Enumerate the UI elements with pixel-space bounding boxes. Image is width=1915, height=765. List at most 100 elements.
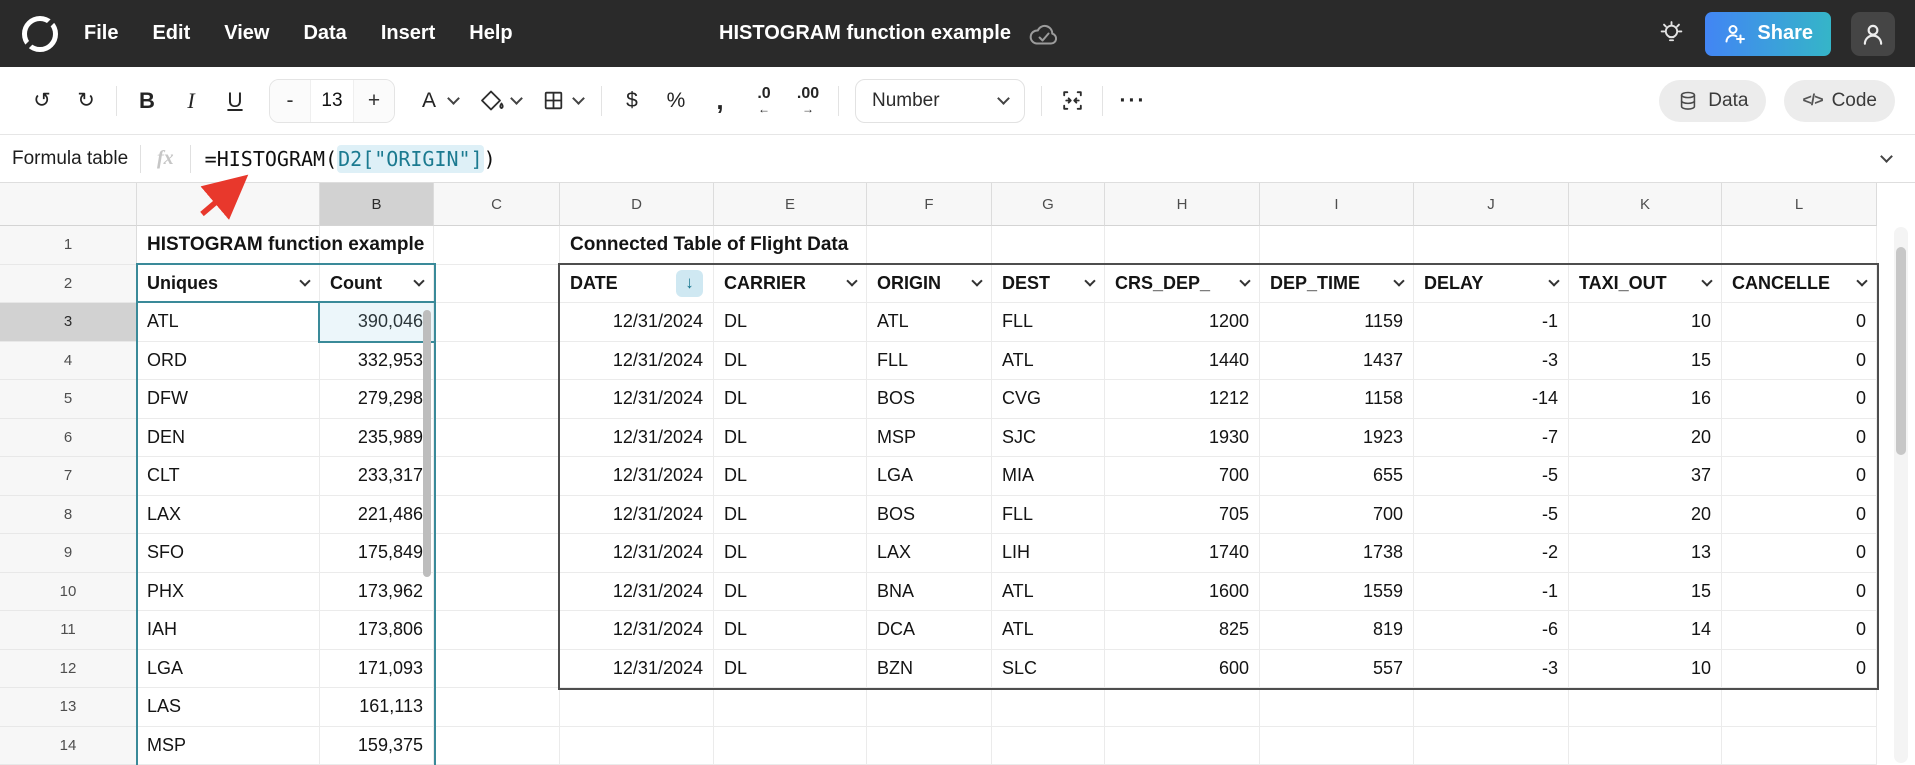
grid-cell[interactable]: 173,806	[320, 611, 434, 650]
grid-cell[interactable]: 12/31/2024	[560, 611, 714, 650]
grid-cell[interactable]: Connected Table of Flight Data	[560, 226, 714, 265]
grid-cell[interactable]: ATL	[137, 303, 320, 342]
row-header[interactable]: 13	[0, 688, 137, 727]
grid-cell[interactable]: 1923	[1260, 419, 1414, 458]
grid-cell[interactable]: ORD	[137, 342, 320, 381]
grid-cell[interactable]: 221,486	[320, 496, 434, 535]
borders-button[interactable]	[541, 88, 583, 113]
grid-cell[interactable]: -14	[1414, 380, 1569, 419]
font-size-increase-button[interactable]: +	[354, 80, 394, 122]
grid-cell[interactable]: 159,375	[320, 727, 434, 765]
grid-cell[interactable]	[992, 688, 1105, 727]
grid-cell[interactable]	[714, 727, 867, 765]
row-header[interactable]: 14	[0, 727, 137, 765]
grid-cell[interactable]: 175,849	[320, 534, 434, 573]
grid-cell[interactable]	[434, 534, 560, 573]
column-header[interactable]: D	[560, 183, 714, 226]
grid-cell[interactable]	[992, 226, 1105, 265]
italic-button[interactable]: I	[169, 80, 213, 122]
decrease-decimals-button[interactable]: .0 ←	[742, 80, 786, 122]
grid-cell[interactable]	[867, 727, 992, 765]
underline-button[interactable]: U	[213, 80, 257, 122]
grid-cell[interactable]: 15	[1569, 573, 1722, 612]
table-header-uniques[interactable]: Uniques	[137, 265, 320, 304]
grid-cell[interactable]: 171,093	[320, 650, 434, 689]
grid-cell[interactable]: 12/31/2024	[560, 419, 714, 458]
grid-cell[interactable]: 12/31/2024	[560, 457, 714, 496]
column-header[interactable]: G	[992, 183, 1105, 226]
row-header[interactable]: 10	[0, 573, 137, 612]
grid-cell[interactable]: 700	[1260, 496, 1414, 535]
grid-cell[interactable]: DEN	[137, 419, 320, 458]
grid-cell[interactable]: DCA	[867, 611, 992, 650]
grid-cell[interactable]: -6	[1414, 611, 1569, 650]
grid-cell[interactable]	[434, 457, 560, 496]
grid-cell[interactable]	[1569, 727, 1722, 765]
select-all-corner[interactable]	[0, 183, 137, 226]
grid-cell[interactable]: CVG	[992, 380, 1105, 419]
grid-cell[interactable]: 37	[1569, 457, 1722, 496]
selected-cell[interactable]: 390,046	[320, 303, 434, 342]
code-panel-button[interactable]: </> Code	[1784, 80, 1895, 122]
column-header[interactable]: L	[1722, 183, 1877, 226]
grid-cell[interactable]: ATL	[992, 573, 1105, 612]
grid-cell[interactable]: -7	[1414, 419, 1569, 458]
grid-cell[interactable]: 0	[1722, 573, 1877, 612]
table-header-delay[interactable]: DELAY	[1414, 265, 1569, 304]
grid-cell[interactable]: 12/31/2024	[560, 496, 714, 535]
grid-cell[interactable]: 1930	[1105, 419, 1260, 458]
row-header[interactable]: 1	[0, 226, 137, 265]
grid-cell[interactable]: 1738	[1260, 534, 1414, 573]
grid-cell[interactable]	[1260, 688, 1414, 727]
number-format-dropdown[interactable]: Number	[855, 79, 1025, 123]
grid-cell[interactable]: 1437	[1260, 342, 1414, 381]
grid-cell[interactable]: DL	[714, 573, 867, 612]
column-header[interactable]: J	[1414, 183, 1569, 226]
redo-button[interactable]: ↻	[64, 80, 108, 122]
grid-cell[interactable]	[434, 727, 560, 765]
grid-cell[interactable]: 12/31/2024	[560, 650, 714, 689]
grid-cell[interactable]: 819	[1260, 611, 1414, 650]
grid-cell[interactable]: 1559	[1260, 573, 1414, 612]
grid-cell[interactable]: 1159	[1260, 303, 1414, 342]
grid-cell[interactable]	[1105, 688, 1260, 727]
percent-format-button[interactable]: %	[654, 80, 698, 122]
grid-cell[interactable]: LIH	[992, 534, 1105, 573]
grid-cell[interactable]: SLC	[992, 650, 1105, 689]
row-header[interactable]: 6	[0, 419, 137, 458]
grid-cell[interactable]	[1260, 226, 1414, 265]
table-header-count[interactable]: Count	[320, 265, 434, 304]
grid-cell[interactable]: -5	[1414, 457, 1569, 496]
grid-cell[interactable]	[560, 688, 714, 727]
grid-cell[interactable]: 12/31/2024	[560, 342, 714, 381]
grid-cell[interactable]: DL	[714, 611, 867, 650]
grid-cell[interactable]	[434, 419, 560, 458]
cell-name-box[interactable]: Formula table	[12, 148, 140, 170]
app-logo-icon[interactable]	[22, 16, 58, 52]
column-header[interactable]: I	[1260, 183, 1414, 226]
grid-cell[interactable]: -3	[1414, 342, 1569, 381]
grid-cell[interactable]	[1722, 688, 1877, 727]
grid-cell[interactable]: ATL	[992, 342, 1105, 381]
grid-cell[interactable]	[434, 342, 560, 381]
grid-cell[interactable]: BOS	[867, 380, 992, 419]
column-header[interactable]: H	[1105, 183, 1260, 226]
grid-cell[interactable]: 1740	[1105, 534, 1260, 573]
sort-descending-icon[interactable]: ↓	[676, 270, 703, 297]
grid-cell[interactable]: 655	[1260, 457, 1414, 496]
font-size-decrease-button[interactable]: -	[270, 80, 310, 122]
menu-file[interactable]: File	[84, 22, 118, 45]
grid-cell[interactable]: 557	[1260, 650, 1414, 689]
grid-cell[interactable]: -1	[1414, 573, 1569, 612]
font-size-value[interactable]: 13	[310, 80, 354, 122]
row-header[interactable]: 12	[0, 650, 137, 689]
grid-cell[interactable]: 1600	[1105, 573, 1260, 612]
grid-cell[interactable]: 332,953	[320, 342, 434, 381]
grid-cell[interactable]: 20	[1569, 496, 1722, 535]
avatar[interactable]	[1851, 12, 1895, 56]
menu-view[interactable]: View	[224, 22, 269, 45]
formula-expand-chevron-icon[interactable]	[1880, 150, 1893, 163]
table-header-crs-dep[interactable]: CRS_DEP_	[1105, 265, 1260, 304]
grid-cell[interactable]: DL	[714, 303, 867, 342]
grid-cell[interactable]: 173,962	[320, 573, 434, 612]
